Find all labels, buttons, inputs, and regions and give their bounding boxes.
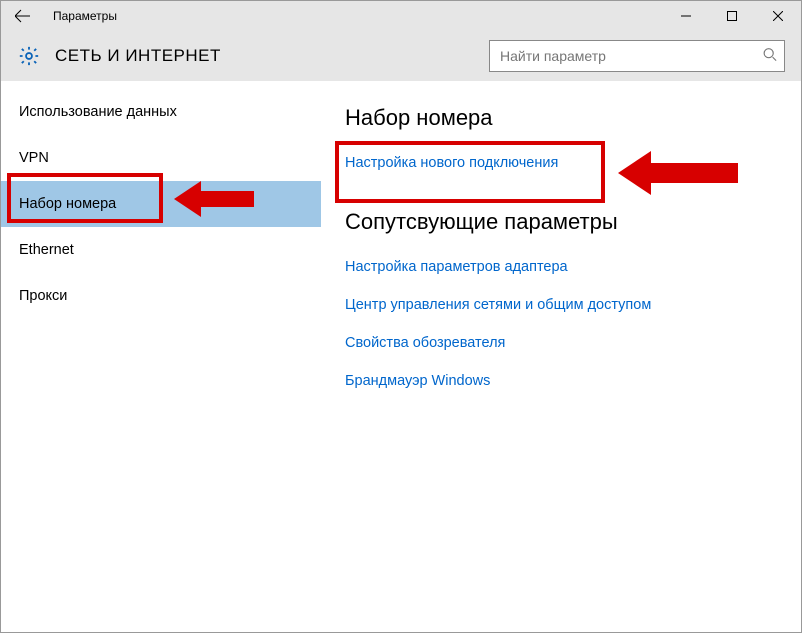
link-firewall[interactable]: Брандмауэр Windows: [345, 373, 781, 389]
sidebar-item-data-usage[interactable]: Использование данных: [1, 89, 321, 135]
titlebar: Параметры: [1, 1, 801, 31]
main-panel: Набор номера Настройка нового подключени…: [321, 81, 801, 632]
sidebar-item-label: Использование данных: [19, 104, 177, 120]
sidebar-item-dialup[interactable]: Набор номера: [1, 181, 321, 227]
sidebar-item-label: Ethernet: [19, 242, 74, 258]
maximize-button[interactable]: [709, 1, 755, 31]
content: Использование данных VPN Набор номера Et…: [1, 81, 801, 632]
sidebar: Использование данных VPN Набор номера Et…: [1, 81, 321, 632]
link-network-center[interactable]: Центр управления сетями и общим доступом: [345, 297, 781, 313]
sidebar-item-vpn[interactable]: VPN: [1, 135, 321, 181]
window-title: Параметры: [53, 9, 117, 23]
link-internet-options[interactable]: Свойства обозревателя: [345, 335, 781, 351]
page-title: СЕТЬ И ИНТЕРНЕТ: [55, 46, 221, 66]
section-heading-dialup: Набор номера: [345, 105, 781, 131]
sidebar-item-ethernet[interactable]: Ethernet: [1, 227, 321, 273]
close-button[interactable]: [755, 1, 801, 31]
search-wrap: [489, 40, 785, 72]
gear-icon: [17, 44, 41, 68]
minimize-button[interactable]: [663, 1, 709, 31]
link-new-connection[interactable]: Настройка нового подключения: [345, 155, 781, 171]
sidebar-item-label: Прокси: [19, 288, 67, 304]
back-button[interactable]: [1, 1, 45, 31]
link-adapter-settings[interactable]: Настройка параметров адаптера: [345, 259, 781, 275]
sidebar-item-label: Набор номера: [19, 196, 116, 212]
header: СЕТЬ И ИНТЕРНЕТ: [1, 31, 801, 81]
sidebar-item-label: VPN: [19, 150, 49, 166]
window-controls: [663, 1, 801, 31]
search-input[interactable]: [489, 40, 785, 72]
sidebar-item-proxy[interactable]: Прокси: [1, 273, 321, 319]
section-heading-related: Сопутсвующие параметры: [345, 209, 781, 235]
